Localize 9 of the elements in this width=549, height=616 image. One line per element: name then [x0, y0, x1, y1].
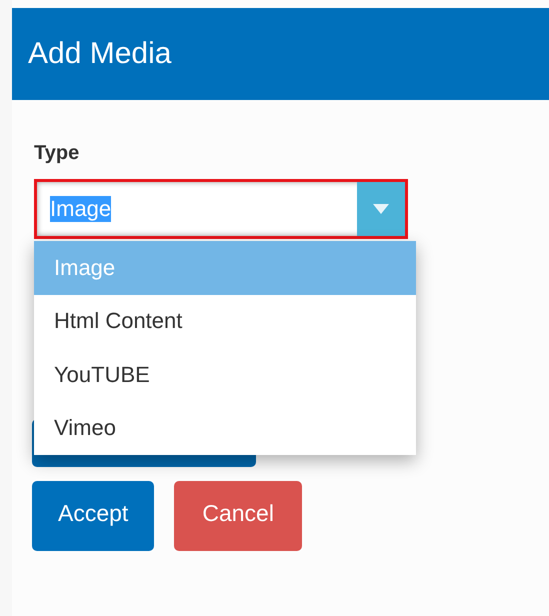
type-select[interactable]: Image	[34, 179, 408, 239]
dropdown-option[interactable]: Html Content	[34, 294, 416, 348]
accept-button[interactable]: Accept	[32, 481, 154, 551]
dialog-title: Add Media	[28, 37, 172, 71]
caret-icon	[373, 204, 389, 214]
cancel-button[interactable]: Cancel	[174, 481, 302, 551]
dropdown-option[interactable]: Vimeo	[34, 402, 416, 455]
field-label: Type	[34, 142, 80, 165]
dropdown-option[interactable]: YouTUBE	[34, 348, 416, 402]
